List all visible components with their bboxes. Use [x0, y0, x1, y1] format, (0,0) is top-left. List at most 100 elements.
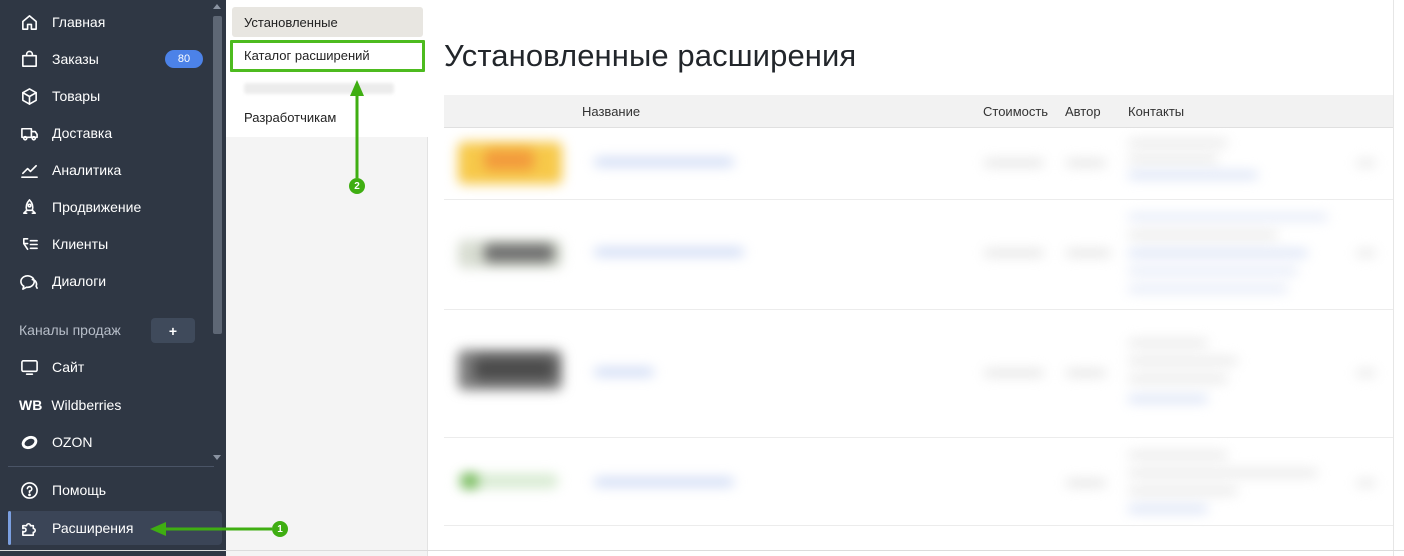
submenu-installed[interactable]: Установленные [244, 15, 338, 30]
nav-orders-label: Заказы [52, 51, 99, 67]
extension-contacts [1128, 232, 1278, 238]
extension-author [1066, 370, 1106, 376]
submenu-catalog[interactable]: Каталог расширений [244, 48, 370, 63]
row-action[interactable] [1356, 370, 1376, 376]
nav-help[interactable]: Помощь [8, 473, 204, 507]
chat-icon [19, 271, 39, 291]
nav-home[interactable]: Главная [8, 5, 204, 39]
nav-products[interactable]: Товары [8, 79, 204, 113]
extension-contacts [1128, 140, 1228, 146]
extension-contacts [1128, 156, 1218, 162]
window-bottom-border [0, 550, 1404, 551]
extension-contacts [1128, 452, 1228, 458]
extension-author [1066, 250, 1111, 256]
main-content: Установленные расширения Название Стоимо… [428, 0, 1404, 556]
extension-contacts [1128, 172, 1258, 178]
nav-orders[interactable]: Заказы 80 [8, 42, 204, 76]
extension-contacts [1128, 470, 1318, 476]
extension-contacts [1128, 396, 1208, 402]
extension-author [1066, 160, 1106, 166]
scrollbar-thumb[interactable] [213, 16, 222, 334]
nav-channel-site[interactable]: Сайт [8, 350, 204, 384]
home-icon [19, 12, 39, 32]
column-cost: Стоимость [983, 104, 1049, 119]
row-action[interactable] [1356, 250, 1376, 256]
extension-cost [984, 160, 1044, 166]
monitor-icon [19, 357, 39, 377]
table-row[interactable] [444, 200, 1393, 310]
table-row[interactable] [444, 128, 1393, 200]
extension-contacts [1128, 250, 1308, 256]
extension-contacts [1128, 268, 1298, 274]
row-action[interactable] [1356, 160, 1376, 166]
nav-home-label: Главная [52, 14, 106, 30]
nav-promotion[interactable]: Продвижение [8, 190, 204, 224]
extension-name-link[interactable] [594, 368, 654, 376]
table-row[interactable] [444, 438, 1393, 526]
extension-logo-mark [462, 474, 478, 488]
window-right-border [1393, 0, 1394, 556]
nav-channel-ozon[interactable]: OZON [8, 425, 204, 459]
annotation-step-1-badge: 1 [272, 521, 288, 537]
column-author: Автор [1065, 104, 1101, 119]
extension-name-link[interactable] [594, 248, 744, 256]
nav-help-label: Помощь [52, 482, 107, 498]
clients-icon [19, 234, 39, 254]
submenu-developers[interactable]: Разработчикам [244, 110, 336, 125]
puzzle-icon [19, 518, 39, 538]
shopping-bag-icon [19, 49, 39, 69]
extension-contacts [1128, 358, 1238, 364]
extension-contacts [1128, 286, 1288, 292]
nav-products-label: Товары [52, 88, 101, 104]
extension-contacts [1128, 488, 1238, 494]
nav-channel-wildberries[interactable]: WB Wildberries [8, 388, 204, 422]
submenu-blurred-item[interactable] [244, 83, 394, 94]
extension-logo-mark [484, 244, 554, 262]
help-circle-icon [19, 480, 39, 500]
extension-logo-mark [474, 358, 554, 380]
extension-cost [984, 370, 1044, 376]
nav-delivery-label: Доставка [52, 125, 113, 141]
nav-clients[interactable]: Клиенты [8, 227, 204, 261]
nav-analytics-label: Аналитика [52, 162, 122, 178]
extension-contacts [1128, 340, 1208, 346]
nav-clients-label: Клиенты [52, 236, 109, 252]
scroll-down-arrow-icon[interactable] [213, 455, 221, 460]
chart-line-icon [19, 160, 39, 180]
sales-channels-heading: Каналы продаж [19, 322, 121, 338]
nav-extensions-label: Расширения [52, 520, 134, 536]
truck-icon [19, 123, 39, 143]
extension-name-link[interactable] [594, 158, 734, 166]
wildberries-logo: WB [19, 397, 43, 413]
ozon-icon [19, 432, 39, 452]
extension-contacts [1128, 214, 1328, 220]
nav-delivery[interactable]: Доставка [8, 116, 204, 150]
column-contacts: Контакты [1128, 104, 1185, 119]
column-name: Название [582, 104, 641, 119]
extension-author [1066, 480, 1106, 486]
sidebar-scrollbar[interactable] [212, 4, 222, 464]
nav-extensions[interactable]: Расширения [8, 511, 222, 545]
extensions-submenu: Установленные Каталог расширений Разрабо… [226, 0, 428, 556]
extension-logo-mark [484, 150, 534, 170]
box-icon [19, 86, 39, 106]
nav-analytics[interactable]: Аналитика [8, 153, 204, 187]
sidebar-divider [8, 466, 214, 467]
table-row[interactable] [444, 310, 1393, 438]
row-action[interactable] [1356, 480, 1376, 486]
extension-cost [984, 250, 1044, 256]
nav-dialogs-label: Диалоги [52, 273, 107, 289]
nav-channel-ozon-label: OZON [52, 434, 93, 450]
nav-promotion-label: Продвижение [52, 199, 142, 215]
annotation-step-2-badge: 2 [349, 178, 365, 194]
add-channel-button[interactable]: + [151, 318, 195, 343]
extension-contacts [1128, 506, 1208, 512]
orders-count-badge: 80 [165, 50, 203, 68]
scroll-up-arrow-icon[interactable] [213, 4, 221, 9]
main-sidebar: Главная Заказы 80 Товары Доставка Аналит… [0, 0, 226, 556]
rocket-icon [19, 197, 39, 217]
nav-channel-site-label: Сайт [52, 359, 85, 375]
nav-dialogs[interactable]: Диалоги [8, 264, 204, 298]
extension-name-link[interactable] [594, 478, 734, 486]
page-title: Установленные расширения [444, 38, 857, 73]
